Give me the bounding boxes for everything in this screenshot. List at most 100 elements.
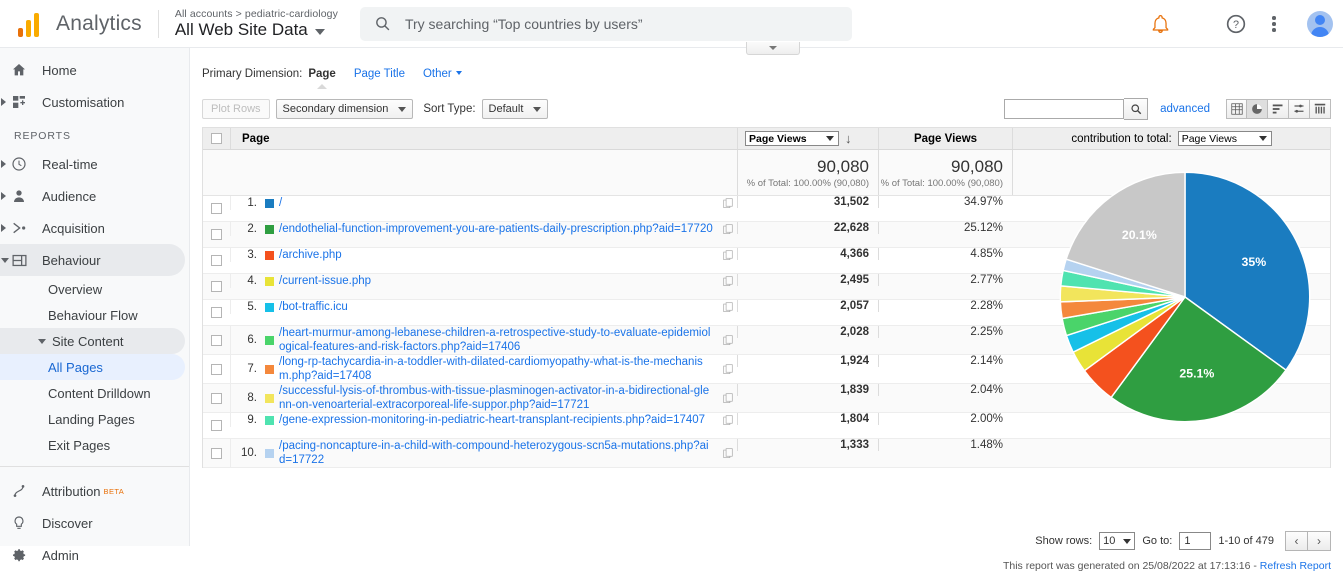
row-rank: 6. (231, 334, 265, 346)
help-icon[interactable]: ? (1225, 13, 1247, 35)
row-checkbox[interactable] (203, 413, 230, 438)
row-checkbox[interactable] (203, 248, 230, 273)
table-row[interactable]: 7./long-rp-tachycardia-in-a-toddler-with… (203, 355, 1330, 384)
row-page-link[interactable]: /current-issue.php (279, 274, 719, 288)
plot-rows-button[interactable]: Plot Rows (202, 99, 270, 119)
sidebar-item-discover[interactable]: Discover (0, 507, 189, 539)
row-page-link[interactable]: /heart-murmur-among-lebanese-children-a-… (279, 326, 719, 354)
table-row[interactable]: 2./endothelial-function-improvement-you-… (203, 222, 1330, 248)
more-vert-icon[interactable] (1263, 13, 1285, 35)
row-page-cell: 3./archive.php (230, 248, 737, 262)
sidebar-item-admin[interactable]: Admin (0, 539, 189, 571)
sidebar-item-behaviour[interactable]: Behaviour (0, 244, 185, 276)
open-page-icon[interactable] (719, 448, 737, 459)
open-page-icon[interactable] (719, 393, 737, 404)
table-view-icon[interactable] (1226, 99, 1247, 119)
primary-dimension-page-tab[interactable]: Page (308, 68, 336, 80)
row-checkbox[interactable] (203, 439, 230, 467)
row-page-link[interactable]: /bot-traffic.icu (279, 300, 719, 314)
row-checkbox[interactable] (203, 222, 230, 247)
row-checkbox[interactable] (203, 300, 230, 325)
row-checkbox[interactable] (203, 326, 230, 354)
table-row[interactable]: 4./current-issue.php2,4952.77% (203, 274, 1330, 300)
sidebar-item-home[interactable]: Home (0, 54, 189, 86)
table-search-button[interactable] (1124, 98, 1148, 120)
contribution-metric-dropdown[interactable]: Page Views (1178, 131, 1272, 146)
row-views: 2,028 (738, 326, 878, 338)
comparison-view-icon[interactable] (1289, 99, 1310, 119)
sidebar-group-site-content[interactable]: Site Content (0, 328, 185, 354)
sidebar-item-behaviour-flow[interactable]: Behaviour Flow (0, 302, 189, 328)
sidebar-item-overview[interactable]: Overview (0, 276, 189, 302)
refresh-report-link[interactable]: Refresh Report (1260, 560, 1331, 572)
apps-grid-icon[interactable] (1187, 13, 1209, 35)
open-page-icon[interactable] (719, 198, 737, 209)
row-page-link[interactable]: /pacing-noncapture-in-a-child-with-compo… (279, 439, 719, 467)
row-page-link[interactable]: /endothelial-function-improvement-you-ar… (279, 222, 719, 236)
table-row[interactable]: 8./successful-lysis-of-thrombus-with-tis… (203, 384, 1330, 413)
column-header-page[interactable]: Page (230, 128, 737, 149)
metric-select-dropdown[interactable]: Page Views (745, 131, 839, 146)
sidebar-item-customisation[interactable]: Customisation (0, 86, 189, 118)
show-rows-dropdown[interactable]: 10 (1099, 532, 1135, 550)
sidebar-item-audience[interactable]: Audience (0, 180, 189, 212)
previous-page-button[interactable]: ‹ (1285, 531, 1308, 551)
row-checkbox[interactable] (203, 355, 230, 383)
account-selector[interactable]: All accounts > pediatric-cardiology All … (175, 8, 338, 40)
column-header-metric2[interactable]: Page Views (878, 128, 1012, 149)
search-icon (1130, 103, 1142, 115)
sidebar-item-label: Customisation (42, 95, 124, 110)
open-page-icon[interactable] (719, 415, 737, 426)
next-page-button[interactable]: › (1308, 531, 1331, 551)
row-checkbox[interactable] (203, 274, 230, 299)
sidebar-item-all-pages[interactable]: All Pages (0, 354, 185, 380)
row-checkbox[interactable] (203, 384, 230, 412)
table-row[interactable]: 5./bot-traffic.icu2,0572.28% (203, 300, 1330, 326)
primary-dimension-page-title-tab[interactable]: Page Title (354, 68, 405, 80)
sidebar-item-landing-pages[interactable]: Landing Pages (0, 406, 189, 432)
sidebar-item-content-drilldown[interactable]: Content Drilldown (0, 380, 189, 406)
row-page-link[interactable]: /gene-expression-monitoring-in-pediatric… (279, 413, 719, 427)
bell-icon[interactable] (1149, 13, 1171, 35)
table-row[interactable]: 1./31,50234.97% (203, 196, 1330, 222)
row-page-cell: 2./endothelial-function-improvement-you-… (230, 222, 737, 236)
header-divider (158, 10, 159, 38)
secondary-dimension-dropdown[interactable]: Secondary dimension (276, 99, 414, 119)
sidebar-item-attribution[interactable]: Attribution BETA (0, 475, 189, 507)
row-checkbox[interactable] (203, 196, 230, 221)
table-row[interactable]: 6. /heart-murmur-among-lebanese-children-… (203, 326, 1330, 355)
select-all-checkbox[interactable] (203, 133, 230, 144)
table-row[interactable]: 10./pacing-noncapture-in-a-child-with-co… (203, 439, 1330, 468)
table-row[interactable]: 3./archive.php4,3664.85% (203, 248, 1330, 274)
open-page-icon[interactable] (719, 276, 737, 287)
avatar[interactable] (1307, 11, 1333, 37)
open-page-icon[interactable] (719, 250, 737, 261)
global-search-input[interactable]: Try searching “Top countries by users” (360, 7, 852, 41)
table-search-input[interactable] (1004, 99, 1124, 119)
pie-view-icon[interactable] (1247, 99, 1268, 119)
goto-page-input[interactable]: 1 (1179, 532, 1211, 550)
row-page-link[interactable]: /long-rp-tachycardia-in-a-toddler-with-d… (279, 355, 719, 383)
row-page-link[interactable]: / (279, 196, 719, 210)
sidebar-section-label: REPORTS (0, 118, 189, 148)
row-page-link[interactable]: /archive.php (279, 248, 719, 262)
open-page-icon[interactable] (719, 302, 737, 313)
chevron-down-icon[interactable] (315, 29, 325, 35)
table-body: 1./31,50234.97%2./endothelial-function-i… (203, 196, 1330, 468)
sidebar-item-real-time[interactable]: Real-time (0, 148, 189, 180)
pivot-view-icon[interactable] (1310, 99, 1331, 119)
sidebar-item-exit-pages[interactable]: Exit Pages (0, 432, 189, 458)
open-page-icon[interactable] (719, 224, 737, 235)
collapse-chart-toggle-button[interactable] (746, 42, 800, 55)
sidebar-item-acquisition[interactable]: Acquisition (0, 212, 189, 244)
performance-view-icon[interactable] (1268, 99, 1289, 119)
checkbox-box (211, 281, 222, 292)
row-page-link[interactable]: /successful-lysis-of-thrombus-with-tissu… (279, 384, 719, 412)
table-row[interactable]: 9./gene-expression-monitoring-in-pediatr… (203, 413, 1330, 439)
open-page-icon[interactable] (719, 364, 737, 375)
sort-type-dropdown[interactable]: Default (482, 99, 549, 119)
sort-descending-icon[interactable]: ↓ (845, 131, 852, 146)
advanced-filter-link[interactable]: advanced (1160, 103, 1210, 115)
primary-dimension-other-dropdown[interactable]: Other (423, 68, 462, 80)
open-page-icon[interactable] (719, 335, 737, 346)
